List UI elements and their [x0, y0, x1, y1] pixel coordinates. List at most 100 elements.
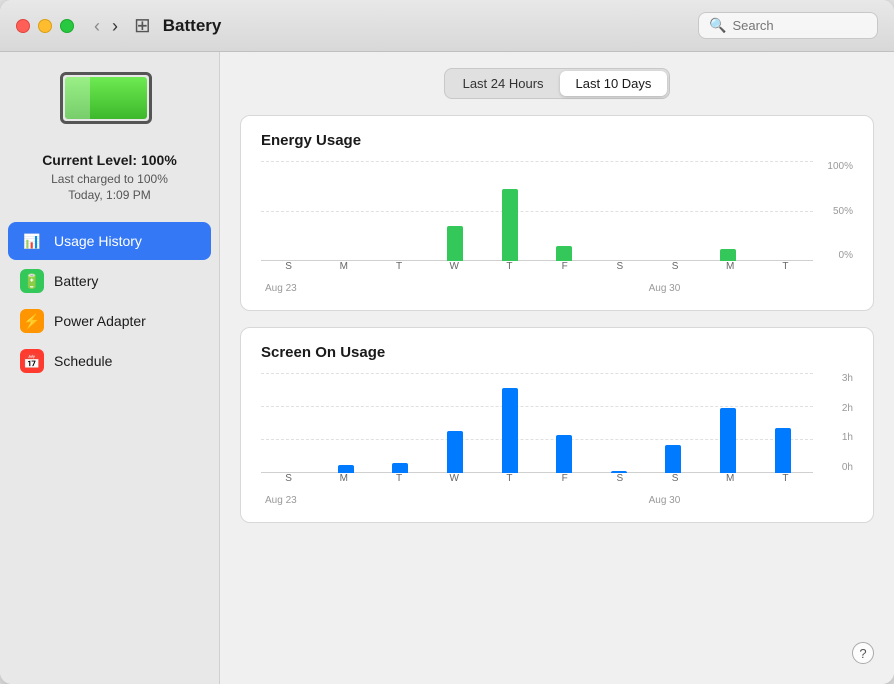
screen-bar-4: [502, 388, 518, 473]
screen-bar-1: [338, 465, 354, 473]
screen-bar-2: [392, 463, 408, 473]
screen-bar-9: [775, 428, 791, 473]
schedule-icon: 📅: [20, 349, 44, 373]
elabel-0: S: [261, 261, 316, 281]
charge-time: Today, 1:09 PM: [42, 188, 177, 202]
tabs-group: Last 24 Hours Last 10 Days: [444, 68, 671, 99]
energy-y-100: 100%: [827, 161, 853, 172]
nav-buttons: ‹ ›: [90, 17, 122, 35]
tab-last-10d[interactable]: Last 10 Days: [560, 71, 668, 96]
screen-date-aug23: Aug 23: [265, 495, 429, 506]
slabel-9: T: [758, 473, 813, 493]
power-adapter-icon: ⚡: [20, 309, 44, 333]
bar-group-6: [593, 161, 646, 261]
slabel-5: F: [537, 473, 592, 493]
energy-y-labels: 100% 50% 0%: [817, 161, 853, 261]
screen-bar-3: [447, 431, 463, 473]
energy-x-labels: S M T W T F S S M T: [261, 261, 813, 281]
search-icon: 🔍: [709, 17, 726, 34]
slabel-8: M: [703, 473, 758, 493]
bar-group-9: [756, 161, 809, 261]
current-level: Current Level: 100%: [42, 152, 177, 168]
bar-group-7: [647, 161, 700, 261]
screen-x-labels: S M T W T F S S M T: [261, 473, 813, 493]
content-area: Current Level: 100% Last charged to 100%…: [0, 52, 894, 684]
slabel-6: S: [592, 473, 647, 493]
sbar-group-4: [483, 373, 536, 473]
battery-icon: 🔋: [20, 269, 44, 293]
sidebar-item-power-adapter[interactable]: ⚡ Power Adapter: [8, 302, 211, 340]
minimize-button[interactable]: [38, 19, 52, 33]
tab-last-24h[interactable]: Last 24 Hours: [447, 71, 560, 96]
elabel-3: W: [427, 261, 482, 281]
bar-group-5: [538, 161, 591, 261]
help-button[interactable]: ?: [852, 642, 874, 664]
sidebar-item-usage-history[interactable]: 📊 Usage History: [8, 222, 211, 260]
elabel-7: S: [647, 261, 702, 281]
energy-date-labels: Aug 23 Aug 30: [261, 283, 813, 294]
screen-bar-5: [556, 435, 572, 473]
tabs-container: Last 24 Hours Last 10 Days: [240, 68, 874, 99]
sbar-group-8: [702, 373, 755, 473]
window-title: Battery: [163, 16, 698, 36]
sbar-group-0: [265, 373, 318, 473]
slabel-3: W: [427, 473, 482, 493]
screen-y-3h: 3h: [842, 373, 853, 384]
battery-tip: [151, 88, 152, 108]
search-bar[interactable]: 🔍: [698, 12, 878, 39]
sidebar-nav: 📊 Usage History 🔋 Battery ⚡ Power Adapte…: [0, 222, 219, 382]
close-button[interactable]: [16, 19, 30, 33]
last-charged: Last charged to 100%: [42, 172, 177, 186]
sbar-group-2: [374, 373, 427, 473]
battery-shine: [65, 77, 91, 119]
sbar-group-1: [320, 373, 373, 473]
elabel-4: T: [482, 261, 537, 281]
usage-history-icon: 📊: [20, 229, 44, 253]
bar-group-8: [702, 161, 755, 261]
slabel-7: S: [647, 473, 702, 493]
screen-chart-content: S M T W T F S S M T: [261, 373, 813, 493]
sidebar: Current Level: 100% Last charged to 100%…: [0, 52, 220, 684]
slabel-0: S: [261, 473, 316, 493]
main-window: ‹ › ⊞ Battery 🔍 Current Level: 100%: [0, 0, 894, 684]
screen-chart-panel: Screen On Usage 3h 2h 1h 0h: [240, 327, 874, 523]
screen-bar-8: [720, 408, 736, 473]
title-bar: ‹ › ⊞ Battery 🔍: [0, 0, 894, 52]
energy-y-0: 0%: [839, 250, 853, 261]
screen-chart-area: 3h 2h 1h 0h: [261, 373, 853, 493]
screen-bars: [265, 373, 809, 473]
bar-group-0: [265, 161, 318, 261]
energy-date-aug23: Aug 23: [265, 283, 429, 294]
sidebar-label-power-adapter: Power Adapter: [54, 313, 146, 329]
slabel-1: M: [316, 473, 371, 493]
sidebar-label-battery: Battery: [54, 273, 98, 289]
grid-icon[interactable]: ⊞: [134, 13, 151, 38]
energy-bar-3: [447, 226, 463, 261]
back-button[interactable]: ‹: [90, 17, 104, 35]
elabel-9: T: [758, 261, 813, 281]
traffic-lights: [16, 19, 74, 33]
screen-y-0h: 0h: [842, 462, 853, 473]
bar-group-4: [483, 161, 536, 261]
battery-icon-container: [60, 72, 160, 132]
slabel-2: T: [371, 473, 426, 493]
bar-group-2: [374, 161, 427, 261]
sbar-group-7: [647, 373, 700, 473]
sidebar-label-schedule: Schedule: [54, 353, 112, 369]
energy-chart-area: 100% 50% 0%: [261, 161, 853, 281]
forward-button[interactable]: ›: [108, 17, 122, 35]
energy-bar-4: [502, 189, 518, 261]
maximize-button[interactable]: [60, 19, 74, 33]
screen-date-labels: Aug 23 Aug 30: [261, 495, 813, 506]
energy-bar-8: [720, 249, 736, 261]
bar-group-1: [320, 161, 373, 261]
sbar-group-9: [756, 373, 809, 473]
search-input[interactable]: [732, 18, 852, 33]
screen-chart-title: Screen On Usage: [261, 344, 853, 361]
bar-group-3: [429, 161, 482, 261]
elabel-1: M: [316, 261, 371, 281]
energy-bars: [265, 161, 809, 261]
battery-body: [60, 72, 152, 124]
sidebar-item-battery[interactable]: 🔋 Battery: [8, 262, 211, 300]
sidebar-item-schedule[interactable]: 📅 Schedule: [8, 342, 211, 380]
